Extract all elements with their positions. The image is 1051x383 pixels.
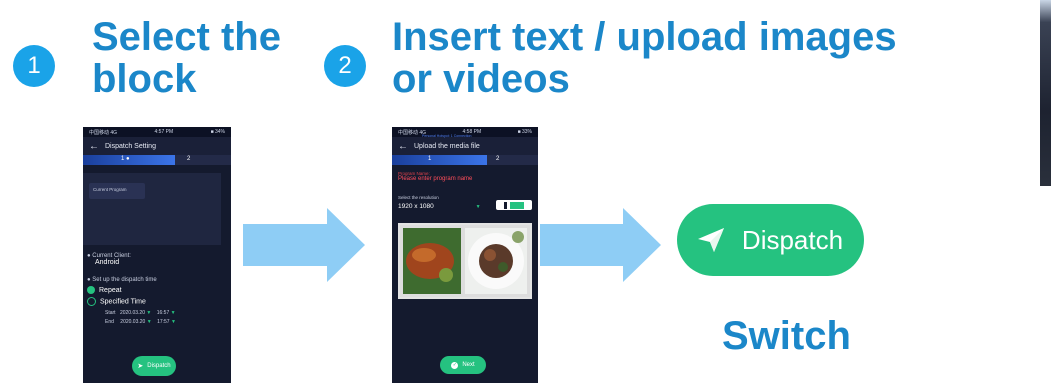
end-date[interactable]: 2020.03.20 <box>120 319 145 325</box>
step-label-1: 1 <box>428 156 432 162</box>
step-2-number: 2 <box>338 52 352 79</box>
time-row: ● Set up the dispatch time <box>87 277 227 283</box>
app-header: ← Upload the media file <box>392 137 538 155</box>
client-section: ● Current Client: Android <box>87 253 131 266</box>
orientation-toggle[interactable] <box>496 200 532 210</box>
phone-upload-media: 中国移动 4G 4:58 PM ■ 33% Personal Hotspot: … <box>392 127 538 383</box>
step-label-1: 1 ● <box>121 156 130 162</box>
step-1-badge: 1 <box>13 45 55 87</box>
start-time[interactable]: 16:57 <box>157 310 170 316</box>
arrow-right-icon <box>243 208 365 282</box>
food-image-icon <box>400 225 530 297</box>
step-2-title-line1: Insert text / upload images <box>392 15 897 59</box>
program-card[interactable]: Current Program <box>89 183 145 199</box>
client-value: Android <box>95 259 120 266</box>
dispatch-label-small: Dispatch <box>147 363 171 369</box>
option-repeat[interactable]: Repeat <box>87 286 227 294</box>
client-icon: ● <box>87 253 91 259</box>
start-row: Start 2020.03.20 ▼ 16:57 ▼ <box>105 310 227 316</box>
page-title: Upload the media file <box>414 142 480 150</box>
dispatch-button[interactable]: Dispatch <box>677 204 864 276</box>
step-progress: 1 ● 2 <box>83 155 231 165</box>
end-time[interactable]: 17:57 <box>157 319 170 325</box>
end-label: End <box>105 319 114 325</box>
radio-unchecked-icon <box>87 297 96 306</box>
end-row: End 2020.03.20 ▼ 17:57 ▼ <box>105 319 227 325</box>
status-battery: ■ 34% <box>210 129 225 135</box>
time-section: ● Set up the dispatch time Repeat Specif… <box>87 277 227 325</box>
status-battery: ■ 33% <box>517 129 532 135</box>
resolution-value: 1920 x 1080 <box>398 203 434 210</box>
start-date[interactable]: 2020.03.20 <box>120 310 145 316</box>
program-label: Current Program <box>93 187 127 192</box>
clock-icon: ● <box>87 277 91 283</box>
step-2-title: Insert text / upload images or videos <box>392 16 897 100</box>
switch-caption: Switch <box>722 314 851 358</box>
hotspot-banner: Personal Hotspot: 1 Connection <box>422 134 472 138</box>
dropdown-icon: ▼ <box>475 204 481 210</box>
program-name-field[interactable]: Program Name: Please enter program name <box>398 171 472 182</box>
step-2-title-line2: or videos <box>392 57 570 101</box>
dispatch-button-small[interactable]: ➤ Dispatch <box>132 356 176 376</box>
option-repeat-label: Repeat <box>99 286 122 294</box>
step-1-title-line2: block <box>92 57 197 101</box>
send-icon: ➤ <box>137 363 144 370</box>
time-label: Set up the dispatch time <box>92 277 157 283</box>
status-bar: 中国移动 4G 4:57 PM ■ 34% <box>83 127 231 137</box>
dispatch-button-label: Dispatch <box>741 224 844 255</box>
step-1-title-line1: Select the <box>92 15 281 59</box>
portrait-icon <box>504 201 507 209</box>
step-label-2: 2 <box>496 156 500 162</box>
next-button[interactable]: ✓ Next <box>440 356 486 374</box>
phone-dispatch-setting: 中国移动 4G 4:57 PM ■ 34% ← Dispatch Setting… <box>83 127 231 383</box>
back-arrow-icon[interactable]: ← <box>89 141 99 152</box>
start-label: Start <box>105 310 116 316</box>
next-label: Next <box>462 362 475 368</box>
page-title: Dispatch Setting <box>105 142 156 150</box>
arrow-right-icon <box>540 208 661 282</box>
status-carrier: 中国移动 4G <box>89 129 118 136</box>
step-label-2: 2 <box>187 156 191 162</box>
option-specified-label: Specified Time <box>100 298 146 306</box>
dropdown-icon: ▼ <box>170 319 176 325</box>
send-icon <box>697 228 724 252</box>
status-time: 4:57 PM <box>154 129 174 135</box>
program-panel: Current Program <box>83 173 221 245</box>
step-2-badge: 2 <box>324 45 366 87</box>
app-header: ← Dispatch Setting <box>83 137 231 155</box>
media-preview[interactable] <box>398 223 532 299</box>
program-name-input[interactable]: Please enter program name <box>398 176 472 182</box>
radio-checked-icon <box>87 286 95 294</box>
dropdown-icon: ▼ <box>170 310 176 316</box>
cropped-image <box>1040 0 1051 186</box>
step-1-title: Select the block <box>92 16 281 100</box>
option-specified[interactable]: Specified Time <box>87 297 227 306</box>
back-arrow-icon[interactable]: ← <box>398 141 408 152</box>
step-1-number: 1 <box>27 52 41 79</box>
step-progress: 1 2 <box>392 155 538 165</box>
dropdown-icon: ▼ <box>146 310 152 316</box>
step-progress-fill <box>392 155 487 165</box>
check-circle-icon: ✓ <box>451 361 459 369</box>
landscape-icon <box>510 201 524 209</box>
dropdown-icon: ▼ <box>146 319 152 325</box>
